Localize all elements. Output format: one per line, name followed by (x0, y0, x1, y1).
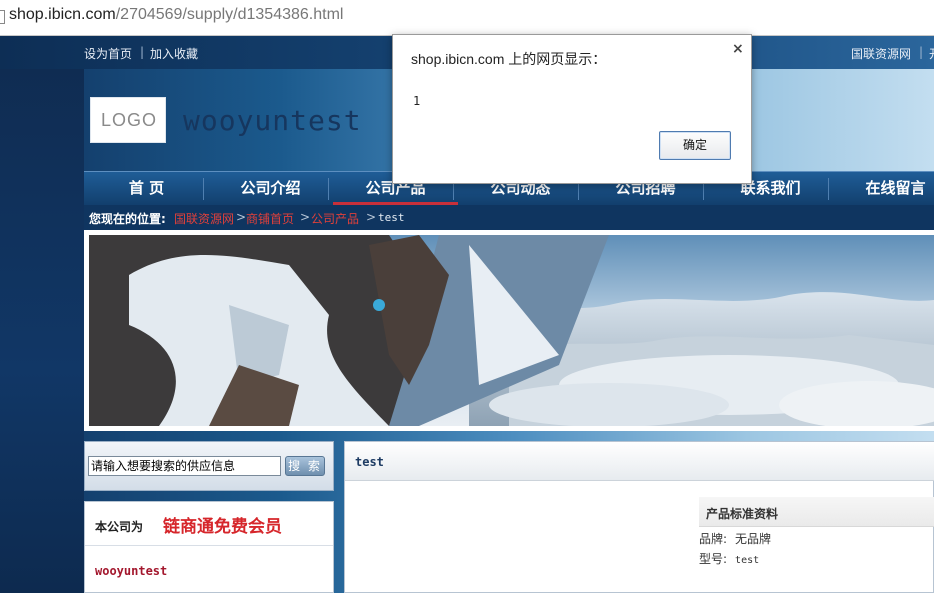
member-level-badge: 链商通免费会员 (163, 517, 282, 537)
ok-button[interactable]: 确定 (659, 131, 731, 160)
breadcrumb-arrow: > (300, 210, 311, 224)
breadcrumb-label: 您现在的位置: (89, 212, 166, 226)
product-header: test (345, 442, 934, 481)
dialog-message: 1 (413, 94, 421, 108)
nav-item-message[interactable]: 在线留言 (833, 172, 934, 206)
company-name-heading: wooyuntest (183, 104, 362, 137)
search-button[interactable]: 搜 索 (285, 456, 325, 476)
nav-item-about[interactable]: 公司介绍 (208, 172, 333, 206)
close-icon[interactable]: × (732, 41, 744, 57)
add-favorite-link[interactable]: 加入收藏 (150, 45, 198, 62)
breadcrumb-arrow: > (236, 210, 247, 224)
nav-divider (328, 178, 329, 200)
search-panel: 请输入想要搜索的供应信息 搜 索 (84, 441, 334, 491)
brand-value: 无品牌 (735, 532, 772, 546)
breadcrumb-link-products[interactable]: 公司产品 (311, 210, 359, 227)
spec-heading-bar: 产品标准资料 (699, 497, 934, 527)
member-company-name[interactable]: wooyuntest (95, 564, 167, 578)
nav-divider (203, 178, 204, 200)
url-path: /2704569/supply/d1354386.html (115, 6, 344, 23)
logo-text: LOGO (100, 110, 157, 130)
site-home-link[interactable]: 国联资源网 (851, 45, 911, 62)
set-home-link[interactable]: 设为首页 (84, 45, 132, 62)
nav-item-home[interactable]: 首 页 (84, 172, 209, 206)
address-bar[interactable]: shop.ibicn.com/2704569/supply/d1354386.h… (0, 0, 934, 36)
spec-row-brand: 品牌: 无品牌 (699, 530, 771, 547)
topbar-more-link[interactable]: 开 (929, 45, 934, 62)
banner-frame (84, 230, 934, 431)
model-label: 型号: (699, 552, 728, 566)
company-logo[interactable]: LOGO (90, 97, 166, 143)
spec-heading: 产品标准资料 (706, 507, 779, 521)
breadcrumb-link-site[interactable]: 国联资源网 (174, 210, 234, 227)
mountain-banner-image (89, 235, 934, 426)
url-text[interactable]: shop.ibicn.com/2704569/supply/d1354386.h… (9, 6, 343, 24)
page-icon (0, 10, 5, 24)
topbar-separator-right: | (919, 45, 924, 59)
model-value: test (735, 555, 760, 566)
member-header: 本公司为 链商通免费会员 (85, 502, 333, 546)
nav-divider (828, 178, 829, 200)
member-label: 本公司为 (95, 520, 144, 534)
breadcrumb-arrow: > (366, 210, 377, 224)
search-input[interactable]: 请输入想要搜索的供应信息 (88, 456, 281, 476)
product-title: test (355, 455, 384, 469)
spec-row-model: 型号: test (699, 550, 759, 567)
breadcrumb-link-shop[interactable]: 商铺首页 (246, 210, 294, 227)
product-panel: test 产品标准资料 品牌: 无品牌 型号: test (344, 441, 934, 593)
url-host: shop.ibicn.com (9, 6, 116, 23)
breadcrumb: 您现在的位置: 国联资源网 > 商铺首页 > 公司产品 > test (84, 205, 934, 230)
breadcrumb-current: test (378, 211, 405, 224)
topbar-separator: | (140, 45, 145, 59)
alert-dialog: shop.ibicn.com 上的网页显示： × 1 确定 (392, 34, 752, 184)
member-panel: 本公司为 链商通免费会员 wooyuntest (84, 501, 334, 593)
brand-label: 品牌: (699, 532, 728, 546)
dialog-title: shop.ibicn.com 上的网页显示： (411, 51, 607, 67)
